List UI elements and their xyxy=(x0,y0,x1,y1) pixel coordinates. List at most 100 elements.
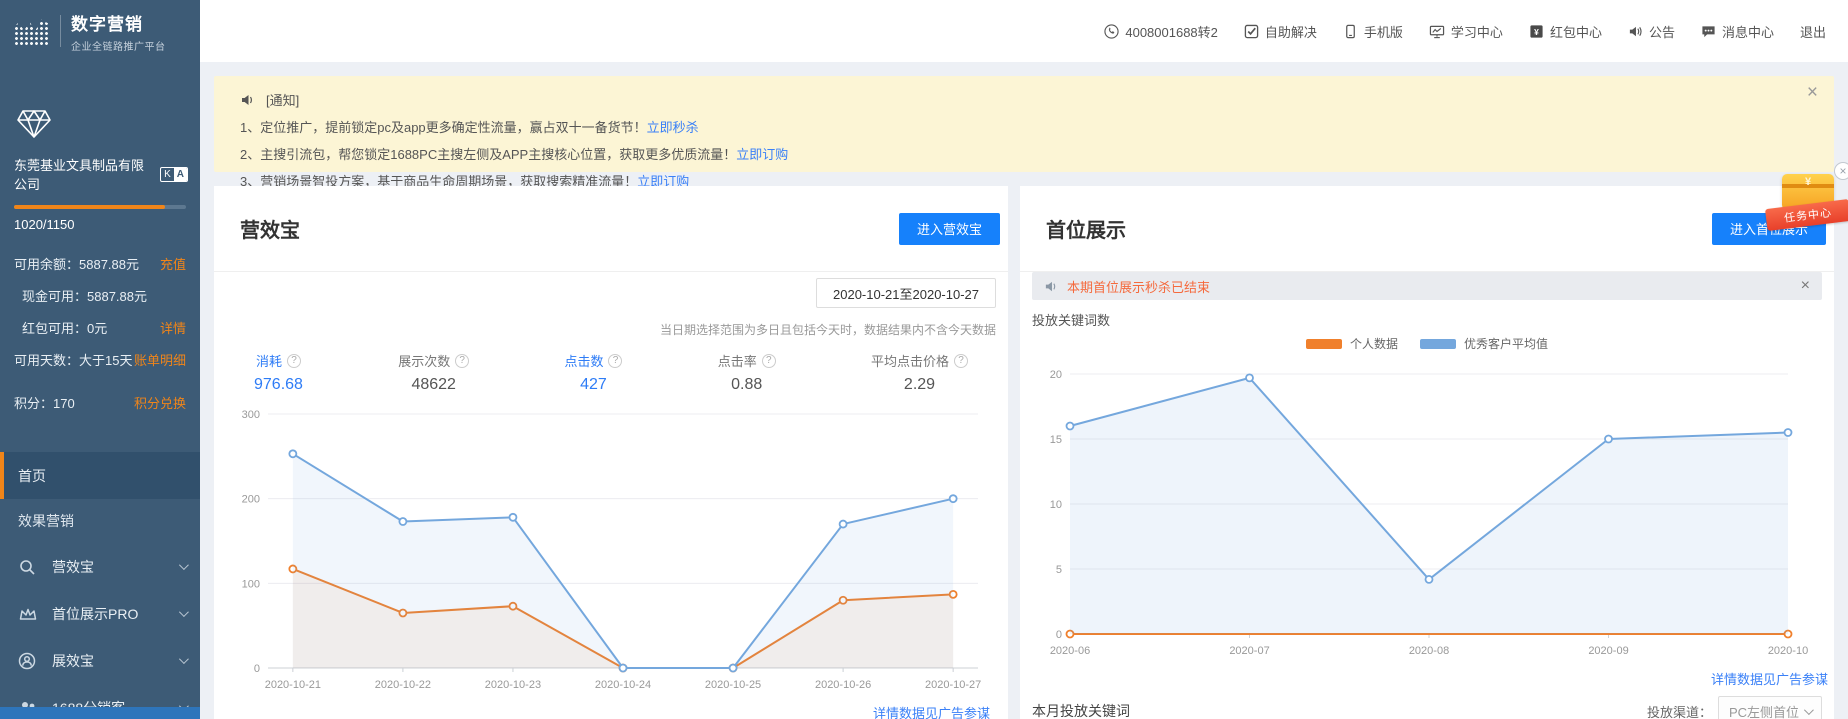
chevron-down-icon xyxy=(178,560,189,571)
svg-text:20: 20 xyxy=(1050,369,1062,381)
legend-label-excellent[interactable]: 优秀客户平均值 xyxy=(1464,335,1548,352)
company-name: 东莞基业文具制品有限公司 xyxy=(14,158,145,192)
stat-avg-cpc[interactable]: 平均点击价格? 2.29 xyxy=(871,351,968,394)
month-keywords-label: 本月投放关键词 xyxy=(1032,703,1130,719)
gem-icon xyxy=(16,108,200,145)
speaker-icon xyxy=(1629,26,1642,36)
redpacket-detail-link[interactable]: 详情 xyxy=(160,318,186,337)
channel-label: 投放渠道： xyxy=(1646,704,1712,719)
nav-mobile-version[interactable]: 手机版 xyxy=(1343,22,1403,41)
nav-learning-label: 学习中心 xyxy=(1450,24,1503,40)
date-range-picker[interactable]: 2020-10-21至2020-10-27 xyxy=(816,278,996,308)
bill-detail-link[interactable]: 账单明细 xyxy=(134,350,186,369)
redpacket-balance-label: 红包可用：0元 xyxy=(22,321,108,336)
quota-progress-fill xyxy=(14,205,166,209)
stat-avg-cpc-value: 2.29 xyxy=(903,376,936,393)
available-days-label: 可用天数：大于15天 xyxy=(14,353,133,368)
help-icon[interactable]: ? xyxy=(954,353,968,368)
nav-learning-center[interactable]: 学习中心 xyxy=(1429,22,1503,41)
sidebar-section-effect-marketing: 效果营销 xyxy=(18,513,74,529)
points-exchange-link[interactable]: 积分兑换 xyxy=(134,393,186,412)
logo-divider xyxy=(60,15,61,47)
stat-clicks[interactable]: 点击数? 427 xyxy=(564,351,623,394)
svg-text:5: 5 xyxy=(1056,564,1062,576)
svg-text:2020-10-25: 2020-10-25 xyxy=(705,679,761,691)
svg-text:2020-08: 2020-08 xyxy=(1409,645,1449,657)
yingxiaobao-trend-chart: 0 100 200 300 2020-10-21 2020-10-22 2020-10-23… xyxy=(242,409,982,691)
brand-logo-row: 数字营销 企业全链路推广平台 xyxy=(0,0,200,62)
svg-text:0: 0 xyxy=(254,663,260,675)
svg-text:15: 15 xyxy=(1050,434,1062,446)
stat-ctr-label: 点击率 xyxy=(717,354,757,369)
notice-link-2[interactable]: 立即订购 xyxy=(736,147,788,162)
sidebar-item-zhanxiaobao[interactable]: 展效宝 xyxy=(0,637,200,684)
help-icon[interactable]: ? xyxy=(286,353,301,368)
channel-select[interactable]: PC左侧首位 xyxy=(1718,696,1822,719)
nav-announcement-label: 公告 xyxy=(1648,24,1675,40)
notice-line-2: 2、主搜引流包，帮您锁定1688PC主搜左侧及APP主搜核心位置，获取更多优质流… xyxy=(240,147,737,162)
nav-logout-label: 退出 xyxy=(1799,24,1826,40)
sidebar: 数字营销 企业全链路推广平台 东莞基业文具制品有限公司 KA 1020/1150… xyxy=(0,0,200,719)
nav-logout[interactable]: 退出 xyxy=(1800,22,1826,41)
shouwei-panel-title: 首位展示 xyxy=(1046,220,1126,242)
help-icon[interactable]: ? xyxy=(608,353,623,368)
shouwei-panel: 首位展示 进入首位展示 本期首位展示秒杀已结束 × 投放关键词数 个人数据 优秀… xyxy=(1020,186,1834,719)
sidebar-item-yingxiaobao[interactable]: 营效宝 xyxy=(0,543,200,590)
yingxiaobao-panel: 营效宝 进入营效宝 2020-10-21至2020-10-27 当日期选择范围为… xyxy=(214,186,1008,719)
legend-label-personal[interactable]: 个人数据 xyxy=(1350,335,1398,352)
svg-text:2020-10: 2020-10 xyxy=(1768,645,1808,657)
alert-close-icon[interactable]: × xyxy=(1801,277,1810,295)
svg-text:10: 10 xyxy=(1050,499,1062,511)
svg-text:100: 100 xyxy=(242,578,260,590)
task-center-badge[interactable]: × 任务中心 xyxy=(1764,162,1848,232)
help-icon[interactable]: ? xyxy=(761,353,776,368)
chevron-down-icon xyxy=(1803,704,1814,715)
channel-selected-value: PC左侧首位 xyxy=(1729,704,1800,719)
points-label: 积分：170 xyxy=(14,396,75,411)
presentation-icon xyxy=(1429,25,1445,38)
stat-impressions[interactable]: 展示次数? 48622 xyxy=(398,351,470,394)
brand-logo-icon xyxy=(14,19,50,46)
date-note: 当日期选择范围为多日且包括今天时，数据结果内不含今天数据 xyxy=(659,323,996,337)
enter-yingxiaobao-button[interactable]: 进入营效宝 xyxy=(898,212,1000,245)
sidebar-menu: 首页 效果营销 营效宝 首位展示PRO 展效宝 xyxy=(0,452,200,719)
nav-self-service-label: 自助解决 xyxy=(1264,24,1317,40)
nav-redpacket-label: 红包中心 xyxy=(1549,24,1602,40)
cash-label: 现金可用：5887.88元 xyxy=(22,289,147,304)
red-envelope-icon: ¥ xyxy=(1530,24,1543,38)
stat-ctr-value: 0.88 xyxy=(731,376,763,393)
legend-swatch-excellent[interactable] xyxy=(1420,338,1456,349)
notice-close-icon[interactable]: × xyxy=(1807,82,1818,104)
sidebar-item-shouwei-pro-label: 首位展示PRO xyxy=(52,605,139,622)
nav-message-center[interactable]: 消息中心 xyxy=(1701,22,1774,41)
svg-text:0: 0 xyxy=(1056,629,1062,641)
notice-link-1[interactable]: 立即秒杀 xyxy=(647,120,699,135)
quota-progress-bar xyxy=(14,205,186,209)
sidebar-item-zhanxiaobao-label: 展效宝 xyxy=(52,652,94,669)
svg-text:2020-10-27: 2020-10-27 xyxy=(925,679,981,691)
stat-ctr[interactable]: 点击率? 0.88 xyxy=(718,351,776,394)
sidebar-bottom-strip xyxy=(0,707,200,719)
help-icon[interactable]: ? xyxy=(455,353,470,368)
keywords-count-label: 投放关键词数 xyxy=(1032,313,1111,328)
left-ad-advisor-link[interactable]: 详情数据见广告参谋 xyxy=(873,706,990,719)
recharge-link[interactable]: 充值 xyxy=(160,254,186,273)
task-badge-close-icon[interactable]: × xyxy=(1834,162,1848,180)
sidebar-item-home[interactable]: 首页 xyxy=(0,452,200,499)
mobile-icon xyxy=(1346,24,1355,38)
ka-badge: KA xyxy=(160,166,188,182)
stat-consumption[interactable]: 消耗? 976.68 xyxy=(254,351,303,394)
svg-text:2020-10-21: 2020-10-21 xyxy=(265,679,321,691)
sidebar-item-home-label: 首页 xyxy=(18,467,46,484)
right-ad-advisor-link[interactable]: 详情数据见广告参谋 xyxy=(1711,672,1828,687)
quota-text: 1020/1150 xyxy=(14,217,75,232)
stat-consumption-label: 消耗 xyxy=(255,354,282,369)
nav-self-service[interactable]: 自助解决 xyxy=(1244,22,1317,41)
chat-bubble-icon xyxy=(1702,25,1715,37)
nav-announcement[interactable]: 公告 xyxy=(1628,22,1675,41)
sidebar-item-shouwei-pro[interactable]: 首位展示PRO xyxy=(0,590,200,637)
search-icon xyxy=(18,557,40,577)
nav-message-label: 消息中心 xyxy=(1721,24,1774,40)
nav-redpacket-center[interactable]: ¥ 红包中心 xyxy=(1529,22,1602,41)
legend-swatch-personal[interactable] xyxy=(1305,338,1342,349)
